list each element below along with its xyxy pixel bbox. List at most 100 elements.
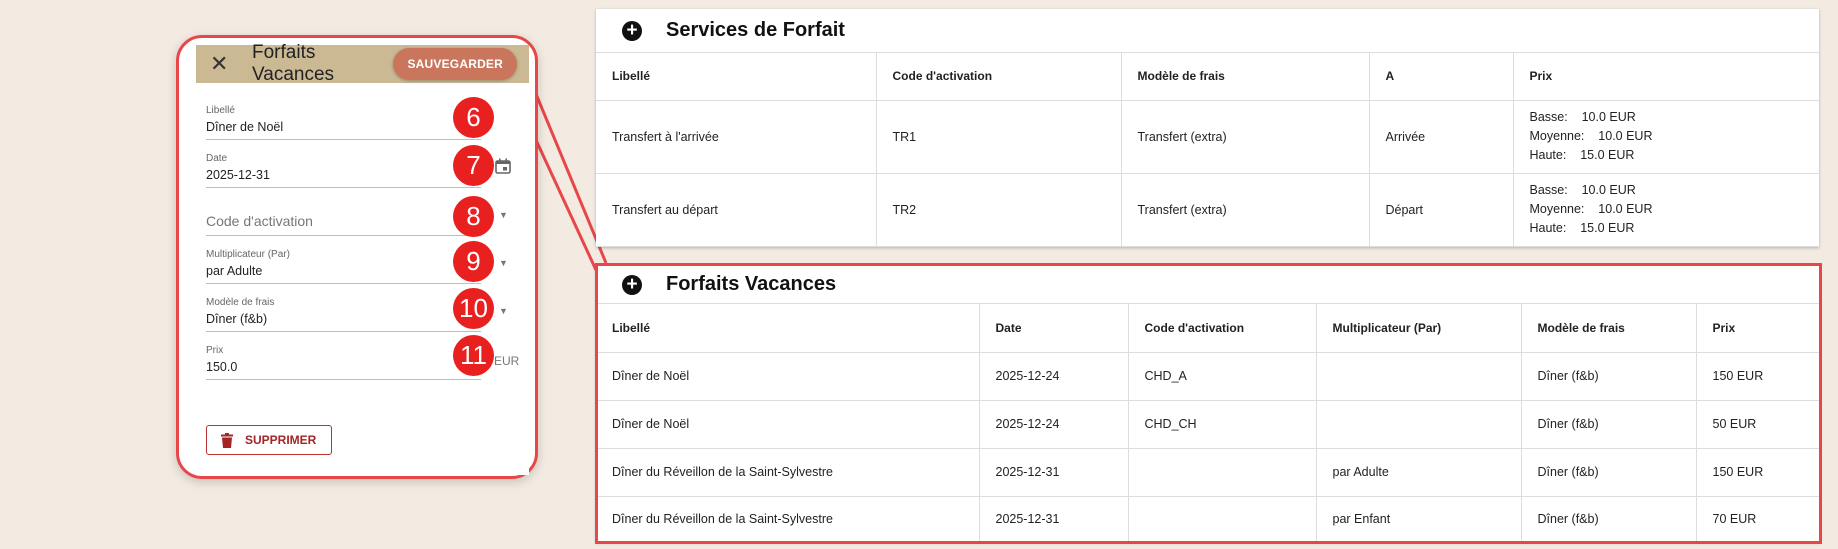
step-marker-7: 7 [453,145,494,186]
services-title: Services de Forfait [666,19,845,41]
cell-code [1128,496,1317,542]
cell-prix: 150 EUR [1696,352,1819,401]
modele-field[interactable]: Modèle de frais Dîner (f&b) [206,287,481,332]
cell-libelle: Dîner de Noël [596,352,980,401]
price-moyenne: Moyenne: 10.0 EUR [1529,129,1653,143]
cell-modele: Transfert (extra) [1121,100,1370,174]
column-header[interactable]: Code d'activation [876,53,1122,101]
multiplicateur-field[interactable]: Multiplicateur (Par) par Adulte [206,239,481,284]
cell-code: TR2 [876,173,1122,247]
cell-multiplicateur: par Enfant [1316,496,1522,542]
libelle-field[interactable]: Libellé Dîner de Noël [206,95,481,140]
cell-modele: Dîner (f&b) [1521,448,1697,497]
add-service-icon[interactable]: + [622,20,642,41]
step-marker-9: 9 [453,241,494,282]
prix-field[interactable]: Prix 150.0 [206,335,481,380]
trash-icon [221,432,233,448]
forfaits-panel: + Forfaits Vacances Libellé Date Code d'… [596,266,1819,542]
date-value: 2025-12-31 [206,168,270,182]
table-row[interactable]: Dîner de Noël 2025-12-24 CHD_CH Dîner (f… [596,400,1819,449]
modele-label: Modèle de frais [206,297,275,308]
step-marker-11: 11 [453,335,494,376]
dialog-title: Forfaits Vacances [252,42,335,85]
forfaits-table: Libellé Date Code d'activation Multiplic… [596,304,1819,542]
multiplicateur-value: par Adulte [206,264,263,278]
cell-libelle: Dîner du Réveillon de la Saint-Sylvestre [596,496,980,542]
cell-prix: 150 EUR [1696,448,1819,497]
multiplicateur-label: Multiplicateur (Par) [206,249,290,260]
cell-multiplicateur: par Adulte [1316,448,1522,497]
cell-code [1128,448,1317,497]
forfaits-header-row: Libellé Date Code d'activation Multiplic… [596,304,1819,353]
calendar-icon[interactable] [495,158,511,174]
step-marker-6: 6 [453,97,494,138]
cell-date: 2025-12-31 [979,448,1129,497]
price-haute: Haute: 15.0 EUR [1529,148,1635,162]
libelle-value: Dîner de Noël [206,120,284,134]
services-panel: + Services de Forfait Libellé Code d'act… [596,9,1819,247]
libelle-label: Libellé [206,105,235,116]
delete-label: SUPPRIMER [245,433,317,447]
price-basse: Basse: 10.0 EUR [1529,183,1636,197]
prix-currency-suffix: EUR [494,354,520,368]
column-header[interactable]: Libellé [596,304,980,353]
column-header[interactable]: Date [979,304,1129,353]
delete-button[interactable]: SUPPRIMER [206,425,332,455]
modele-value: Dîner (f&b) [206,312,268,326]
services-table: Libellé Code d'activation Modèle de frai… [596,53,1819,247]
date-label: Date [206,153,228,164]
column-header[interactable]: Libellé [596,53,877,101]
cell-modele: Dîner (f&b) [1521,496,1697,542]
column-header[interactable]: Multiplicateur (Par) [1316,304,1522,353]
column-header[interactable]: Prix [1696,304,1819,353]
column-header[interactable]: Code d'activation [1128,304,1317,353]
date-field[interactable]: Date 2025-12-31 [206,143,481,188]
step-marker-10: 10 [453,288,494,329]
cell-prix: Basse: 10.0 EUR Moyenne: 10.0 EUR Haute:… [1513,100,1819,174]
save-button[interactable]: SAUVEGARDER [393,48,517,80]
edit-dialog: ✕ Forfaits Vacances SAUVEGARDER Libellé … [196,42,529,475]
forfaits-title-bar: + Forfaits Vacances [596,266,1819,304]
price-basse: Basse: 10.0 EUR [1529,110,1636,124]
add-forfait-icon[interactable]: + [622,274,642,295]
column-header[interactable]: Modèle de frais [1521,304,1697,353]
cell-multiplicateur [1316,352,1522,401]
code-dropdown-icon[interactable]: ▼ [499,210,508,220]
price-moyenne: Moyenne: 10.0 EUR [1529,202,1653,216]
price-haute: Haute: 15.0 EUR [1529,221,1635,235]
column-header[interactable]: Prix [1513,53,1819,101]
cell-modele: Dîner (f&b) [1521,352,1697,401]
table-row[interactable]: Dîner du Réveillon de la Saint-Sylvestre… [596,496,1819,542]
table-row[interactable]: Transfert à l'arrivée TR1 Transfert (ext… [596,100,1819,174]
table-row[interactable]: Transfert au départ TR2 Transfert (extra… [596,173,1819,247]
cell-libelle: Dîner du Réveillon de la Saint-Sylvestre [596,448,980,497]
step-marker-8: 8 [453,196,494,237]
multiplicateur-dropdown-icon[interactable]: ▼ [499,258,508,268]
cell-date: 2025-12-31 [979,496,1129,542]
cell-code: CHD_CH [1128,400,1317,449]
modele-dropdown-icon[interactable]: ▼ [499,306,508,316]
cell-a: Départ [1369,173,1514,247]
cell-a: Arrivée [1369,100,1514,174]
cell-code: TR1 [876,100,1122,174]
table-row[interactable]: Dîner du Réveillon de la Saint-Sylvestre… [596,448,1819,497]
table-row[interactable]: Dîner de Noël 2025-12-24 CHD_A Dîner (f&… [596,352,1819,401]
cell-date: 2025-12-24 [979,352,1129,401]
cell-multiplicateur [1316,400,1522,449]
forfaits-title: Forfaits Vacances [666,273,837,295]
dialog-header: ✕ Forfaits Vacances SAUVEGARDER [196,42,529,85]
cell-date: 2025-12-24 [979,400,1129,449]
cell-code: CHD_A [1128,352,1317,401]
cell-modele: Dîner (f&b) [1521,400,1697,449]
cell-prix: 70 EUR [1712,512,1757,527]
services-title-bar: + Services de Forfait [596,9,1819,53]
close-icon[interactable]: ✕ [210,53,232,75]
prix-label: Prix [206,345,224,356]
cell-modele: Transfert (extra) [1121,173,1370,247]
code-field[interactable]: Code d'activation [206,191,481,236]
cell-prix: Basse: 10.0 EUR Moyenne: 10.0 EUR Haute:… [1513,173,1819,247]
cell-libelle: Dîner de Noël [596,400,980,449]
code-placeholder: Code d'activation [206,213,313,229]
column-header[interactable]: A [1369,53,1514,101]
column-header[interactable]: Modèle de frais [1121,53,1370,101]
